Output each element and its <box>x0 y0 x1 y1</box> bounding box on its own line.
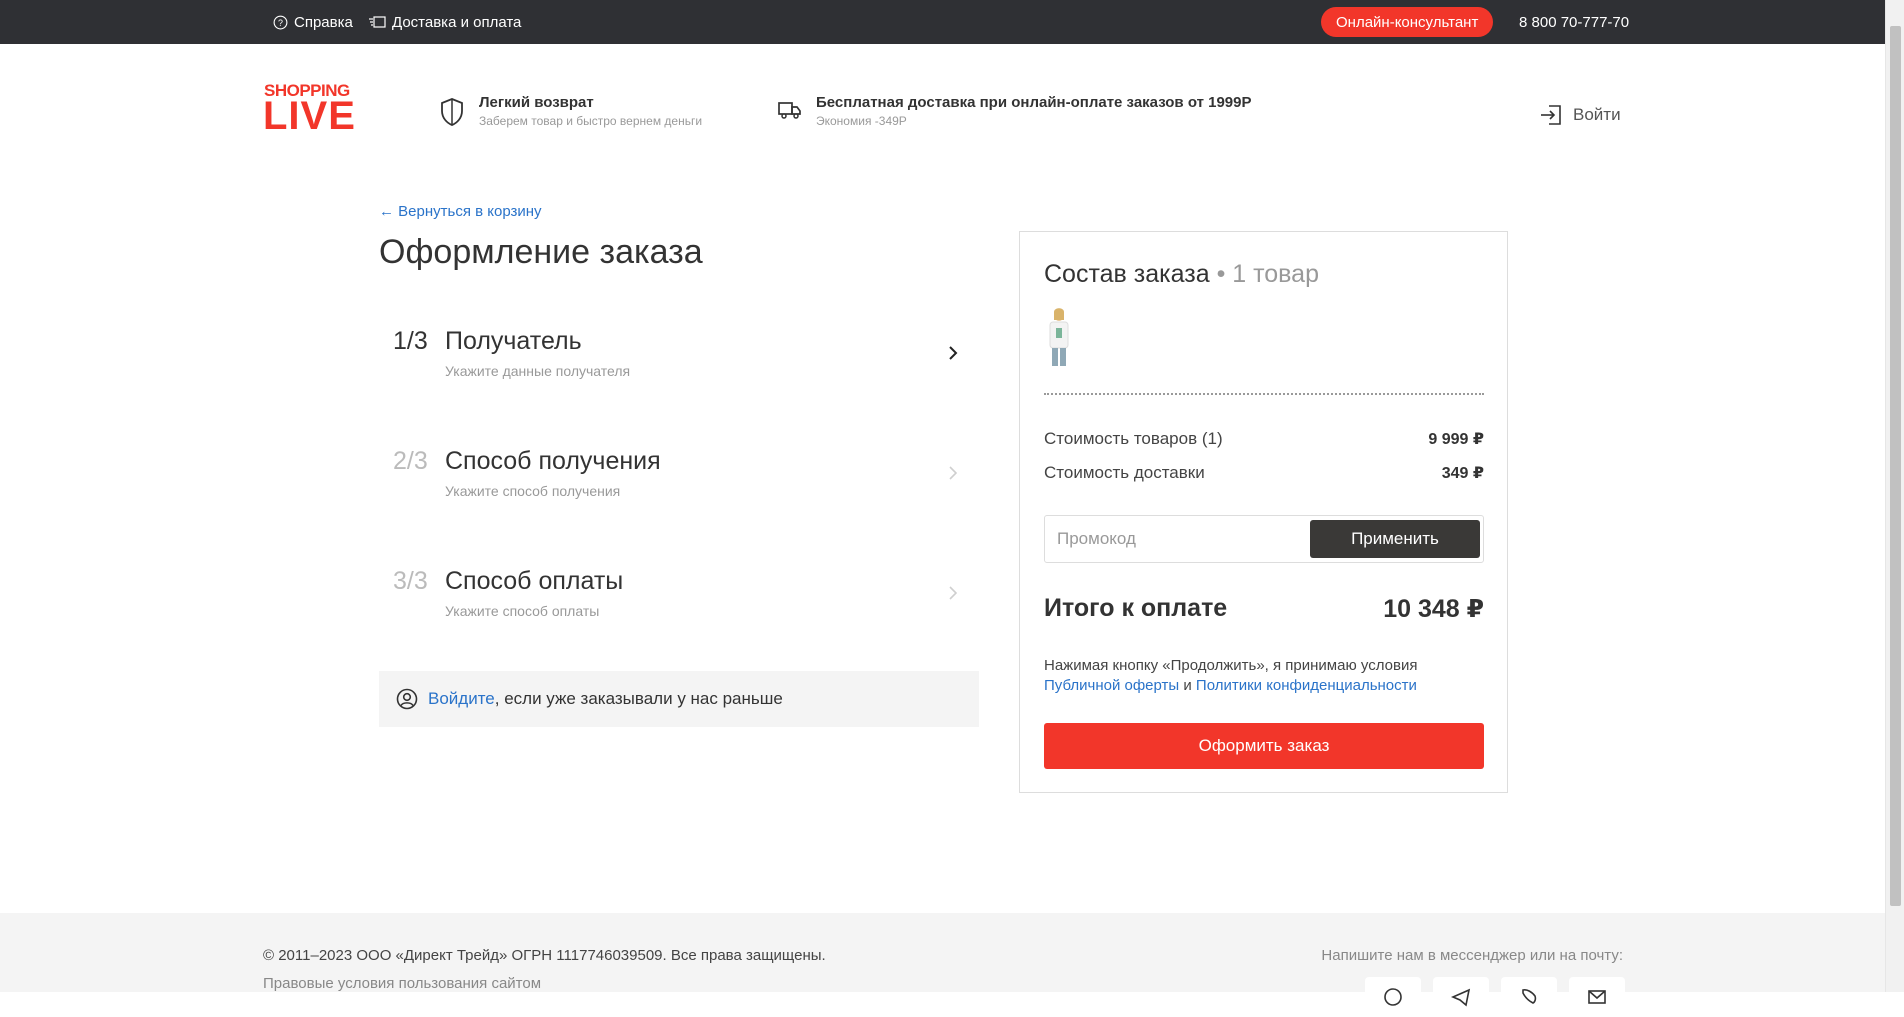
login-link[interactable]: Войдите <box>428 689 495 709</box>
shopping-live-logo[interactable]: SHOPPING LIVE <box>263 82 359 139</box>
step-payment-method[interactable]: 3/3 Способ оплаты Укажите способ оплаты <box>379 563 979 659</box>
place-order-button[interactable]: Оформить заказ <box>1044 723 1484 769</box>
legal-terms-link[interactable]: Правовые условия пользования сайтом <box>263 975 541 992</box>
help-link[interactable]: ? Справка <box>273 0 353 44</box>
phone-number[interactable]: 8 800 70-777-70 <box>1519 0 1629 44</box>
messenger-icons <box>1365 977 1625 1017</box>
goods-cost-row: Стоимость товаров (1) 9 999 ₽ <box>1044 429 1484 449</box>
help-icon: ? <box>273 15 288 30</box>
step-hint: Укажите данные получателя <box>445 363 631 379</box>
login-banner-text: , если уже заказывали у нас раньше <box>494 689 783 708</box>
login-suggestion-banner: Войдите , если уже заказывали у нас рань… <box>379 671 979 727</box>
easy-return-info: Легкий возврат Заберем товар и быстро ве… <box>439 94 702 129</box>
top-bar: ? Справка Доставка и оплата Онлайн-консу… <box>0 0 1885 44</box>
viber-icon[interactable] <box>1501 977 1557 1017</box>
order-total-row: Итого к оплате 10 348 ₽ <box>1044 594 1484 624</box>
easy-return-subtitle: Заберем товар и быстро вернем деньги <box>479 114 703 128</box>
free-delivery-info: Бесплатная доставка при онлайн-оплате за… <box>778 94 1252 129</box>
product-thumbnail[interactable] <box>1045 306 1073 370</box>
free-delivery-subtitle: Экономия -349Р <box>816 114 907 128</box>
delivery-cost-label: Стоимость доставки <box>1044 463 1205 482</box>
delivery-payment-label: Доставка и оплата <box>392 13 522 31</box>
footer-messenger-text: Напишите нам в мессенджер или на почту: <box>1321 947 1623 964</box>
scrollbar-thumb[interactable] <box>1890 26 1901 906</box>
terms-notice: Нажимая кнопку «Продолжить», я принимаю … <box>1044 656 1484 696</box>
terms-text: Нажимая кнопку «Продолжить», я принимаю … <box>1044 657 1418 674</box>
promo-code-input[interactable] <box>1045 516 1319 562</box>
truck-icon <box>778 100 802 129</box>
promo-code-group: Применить <box>1044 515 1484 563</box>
order-summary-title-text: Состав заказа <box>1044 260 1210 288</box>
step-number: 3/3 <box>393 567 428 595</box>
step-title: Способ получения <box>445 447 661 475</box>
delivery-cost-row: Стоимость доставки 349 ₽ <box>1044 463 1484 483</box>
order-summary-panel: Состав заказа • 1 товар Стоимость товаро… <box>1019 231 1508 793</box>
free-delivery-title: Бесплатная доставка при онлайн-оплате за… <box>816 94 1252 111</box>
delivery-cost-value: 349 ₽ <box>1441 465 1484 482</box>
step-title: Получатель <box>445 327 582 355</box>
step-hint: Укажите способ получения <box>445 483 621 499</box>
whatsapp-icon[interactable] <box>1365 977 1421 1017</box>
online-consultant-button[interactable]: Онлайн-консультант <box>1321 7 1494 37</box>
chevron-right-icon <box>945 345 961 361</box>
step-number: 1/3 <box>393 327 428 355</box>
privacy-policy-link[interactable]: Политики конфиденциальности <box>1196 677 1417 694</box>
login-label: Войти <box>1573 105 1621 124</box>
telegram-icon[interactable] <box>1433 977 1489 1017</box>
apply-promo-button[interactable]: Применить <box>1310 520 1480 558</box>
shield-icon <box>439 97 465 129</box>
delivery-icon <box>369 15 386 29</box>
step-hint: Укажите способ оплаты <box>445 603 600 619</box>
goods-cost-label: Стоимость товаров (1) <box>1044 429 1223 448</box>
page-scrollbar[interactable] <box>1885 0 1904 992</box>
public-offer-link[interactable]: Публичной оферты <box>1044 677 1179 694</box>
step-number: 2/3 <box>393 447 428 475</box>
email-icon[interactable] <box>1569 977 1625 1017</box>
svg-text:?: ? <box>278 17 283 27</box>
step-delivery-method[interactable]: 2/3 Способ получения Укажите способ полу… <box>379 443 979 539</box>
order-item-count: • 1 товар <box>1216 260 1319 288</box>
user-circle-icon <box>396 688 418 710</box>
easy-return-title: Легкий возврат <box>479 94 594 111</box>
chevron-right-icon <box>945 585 961 601</box>
divider <box>1044 393 1484 395</box>
login-icon <box>1539 103 1563 127</box>
delivery-payment-link[interactable]: Доставка и оплата <box>369 0 521 44</box>
chevron-right-icon <box>945 465 961 481</box>
header-login-button[interactable]: Войти <box>1539 103 1621 127</box>
logo-bottom-text: LIVE <box>263 94 356 138</box>
back-to-cart-link[interactable]: ← Вернуться в корзину <box>379 203 542 220</box>
help-label: Справка <box>294 13 353 31</box>
page-title: Оформление заказа <box>379 233 703 271</box>
footer: © 2011–2023 ООО «Директ Трейд» ОГРН 1117… <box>0 913 1885 1017</box>
step-recipient[interactable]: 1/3 Получатель Укажите данные получателя <box>379 323 979 419</box>
order-summary-title: Состав заказа • 1 товар <box>1044 256 1319 292</box>
step-title: Способ оплаты <box>445 567 624 595</box>
footer-copyright: © 2011–2023 ООО «Директ Трейд» ОГРН 1117… <box>263 947 826 964</box>
order-total-label: Итого к оплате <box>1044 594 1228 622</box>
terms-and: и <box>1179 677 1196 694</box>
order-total-value: 10 348 ₽ <box>1383 595 1484 623</box>
goods-cost-value: 9 999 ₽ <box>1428 431 1484 448</box>
